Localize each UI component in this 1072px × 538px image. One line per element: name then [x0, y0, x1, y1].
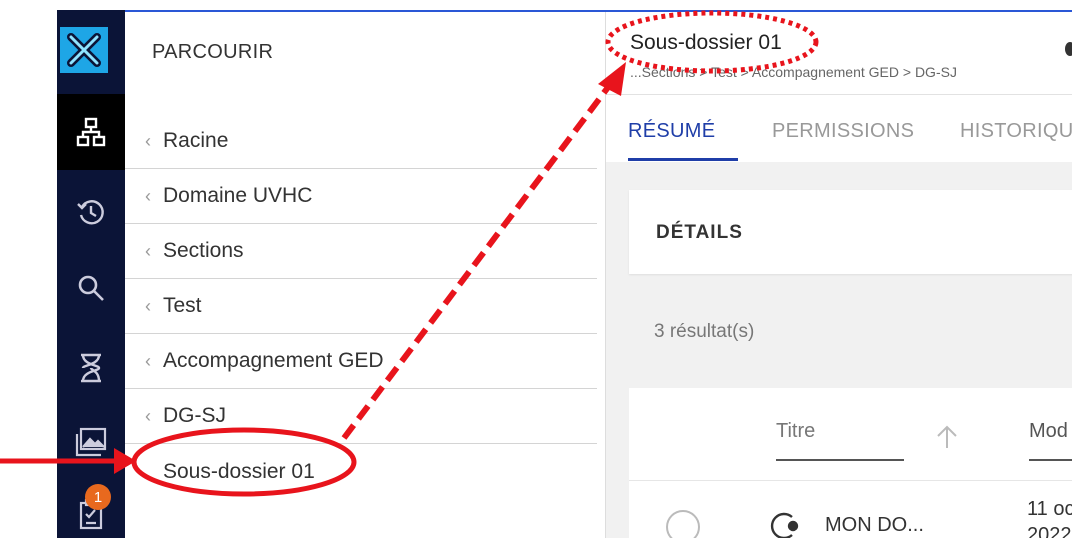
tree-item-label: DG-SJ — [163, 404, 226, 427]
gallery-rail-button[interactable] — [57, 404, 125, 480]
hourglass-icon — [81, 353, 101, 383]
tree-item-label: Sous-dossier 01 — [163, 459, 315, 483]
search-rail-button[interactable] — [57, 250, 125, 326]
tree-item-sections[interactable]: ‹ Sections — [125, 224, 597, 279]
chevron-left-icon: ‹ — [145, 185, 151, 206]
logo-x-icon[interactable] — [60, 27, 108, 73]
chevron-left-icon: ‹ — [145, 240, 151, 261]
tree-item-label: Accompagnement GED — [163, 349, 384, 372]
chevron-left-icon: ‹ — [145, 295, 151, 316]
browse-rail-button[interactable] — [57, 94, 125, 170]
tab-resume[interactable]: RÉSUMÉ — [628, 120, 715, 143]
hierarchy-icon — [76, 117, 106, 147]
collection-icon — [770, 512, 799, 538]
row-separator — [629, 480, 1072, 481]
details-title: DÉTAILS — [656, 222, 743, 243]
sort-arrow-up-icon[interactable] — [935, 424, 959, 450]
tasks-badge: 1 — [85, 484, 111, 510]
chevron-left-icon: ‹ — [145, 405, 151, 426]
document-header: Sous-dossier 01 ...Sections > Test > Acc… — [606, 12, 1072, 162]
row-date-line: 11 oc — [1027, 498, 1072, 520]
hourglass-rail-button[interactable] — [57, 330, 125, 406]
history-icon — [77, 200, 104, 225]
header-divider — [606, 94, 1072, 95]
document-view: Sous-dossier 01 ...Sections > Test > Acc… — [606, 12, 1072, 538]
row-date-line: 2022 — [1027, 524, 1072, 538]
column-header-underline — [776, 459, 904, 461]
more-icon[interactable] — [1065, 42, 1072, 56]
details-card[interactable]: DÉTAILS — [629, 190, 1072, 274]
tree-item-racine[interactable]: ‹ Racine — [125, 114, 597, 169]
results-table: Titre Mod MON DO... 11 oc 2022 — [629, 388, 1072, 538]
active-tab-indicator — [628, 158, 738, 161]
tree-item-label: Sections — [163, 239, 244, 262]
tab-historique[interactable]: HISTORIQU — [960, 120, 1072, 143]
results-count: 3 résultat(s) — [654, 321, 755, 342]
tree-item-current[interactable]: Sous-dossier 01 — [125, 444, 597, 499]
tree-item-label: Racine — [163, 129, 229, 152]
column-header-title[interactable]: Titre — [776, 420, 815, 443]
tree-item-label: Test — [163, 294, 202, 317]
breadcrumb[interactable]: ...Sections > Test > Accompagnement GED … — [630, 64, 957, 80]
history-rail-button[interactable] — [57, 174, 125, 250]
tree-item-dg-sj[interactable]: ‹ DG-SJ — [125, 389, 597, 444]
row-select-radio[interactable] — [666, 510, 700, 538]
tree-item-accompagnement-ged[interactable]: ‹ Accompagnement GED — [125, 334, 597, 389]
browse-title: PARCOURIR — [152, 41, 274, 63]
app-rail: 1 — [57, 10, 125, 538]
document-title: Sous-dossier 01 — [630, 31, 782, 54]
column-header-modified[interactable]: Mod — [1029, 420, 1068, 443]
search-icon — [78, 275, 104, 301]
tree-item-test[interactable]: ‹ Test — [125, 279, 597, 334]
tab-permissions[interactable]: PERMISSIONS — [772, 120, 914, 143]
gallery-icon — [75, 427, 107, 457]
chevron-left-icon: ‹ — [145, 350, 151, 371]
tree-item-label: Domaine UVHC — [163, 184, 313, 207]
row-title[interactable]: MON DO... — [825, 514, 924, 537]
chevron-left-icon: ‹ — [145, 130, 151, 151]
folder-tree: ‹ Racine ‹ Domaine UVHC ‹ Sections ‹ Tes… — [125, 114, 597, 499]
browse-panel: PARCOURIR ‹ Racine ‹ Domaine UVHC ‹ Sect… — [125, 12, 605, 538]
column-header-underline — [1029, 459, 1072, 461]
tree-item-domaine-uvhc[interactable]: ‹ Domaine UVHC — [125, 169, 597, 224]
row-date: 11 oc 2022 — [1027, 496, 1072, 538]
